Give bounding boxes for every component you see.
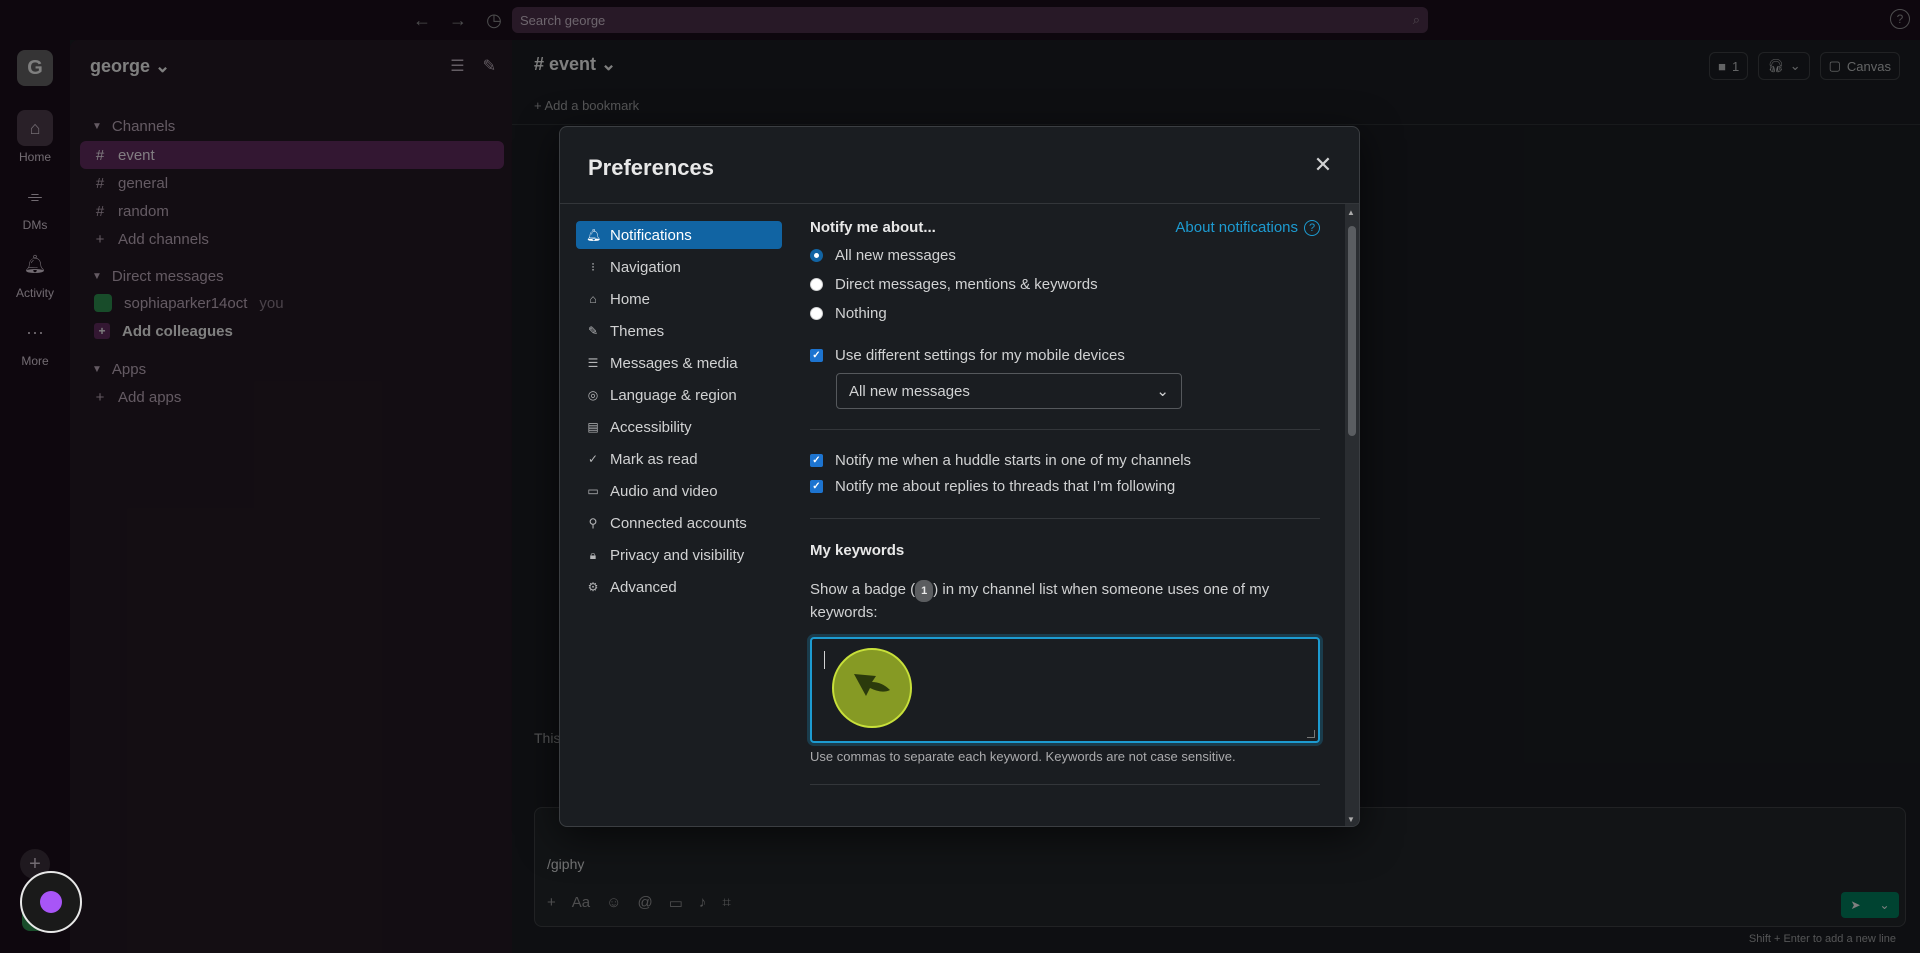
menu-item-notifications[interactable]: 🔔︎ Notifications (576, 221, 782, 249)
home-icon: ⌂ (589, 292, 597, 306)
cursor-highlight (832, 648, 912, 728)
menu-label: Themes (610, 322, 665, 340)
menu-item-messages-media[interactable]: ☰ Messages & media (576, 349, 782, 377)
about-label: About notifications (1175, 219, 1298, 236)
mobile-notify-select[interactable]: All new messages ⌄ (836, 373, 1182, 409)
radio-all-messages[interactable]: All new messages (810, 247, 1320, 264)
menu-label: Home (610, 290, 651, 308)
menu-label: Accessibility (610, 418, 692, 436)
section-divider (810, 784, 1320, 785)
select-value: All new messages (849, 382, 970, 400)
huddle-checkbox[interactable]: ✓ Notify me when a huddle starts in one … (810, 452, 1320, 469)
brush-icon: ✎ (587, 324, 599, 338)
radio-button[interactable] (810, 278, 823, 291)
menu-label: Audio and video (610, 482, 718, 500)
mobile-settings-checkbox[interactable]: ✓ Use different settings for my mobile d… (810, 347, 1320, 364)
radio-dms-mentions[interactable]: Direct messages, mentions & keywords (810, 276, 1320, 293)
menu-item-privacy[interactable]: 🔒︎ Privacy and visibility (576, 541, 782, 569)
globe-icon: ◎ (587, 388, 599, 402)
menu-label: Advanced (610, 578, 677, 596)
gear-icon: ⚙ (587, 580, 599, 594)
bell-icon: 🔔︎ (586, 228, 602, 242)
radio-label: Direct messages, mentions & keywords (835, 276, 1098, 293)
menu-item-accessibility[interactable]: ▤ Accessibility (576, 413, 782, 441)
radio-label: All new messages (835, 247, 956, 264)
menu-item-connected-accounts[interactable]: ⚲ Connected accounts (576, 509, 782, 537)
help-circle-icon: ? (1304, 219, 1320, 236)
chevron-down-icon: ⌄ (1156, 383, 1169, 400)
lock-icon: 🔒︎ (589, 547, 597, 562)
video-icon: ▭ (587, 484, 599, 498)
radio-label: Nothing (835, 305, 887, 322)
text-caret (824, 651, 825, 669)
menu-item-language-region[interactable]: ◎ Language & region (576, 381, 782, 409)
scroll-thumb[interactable] (1348, 226, 1356, 436)
desc-pre: Show a badge ( (810, 581, 916, 598)
record-dot-icon (40, 891, 62, 913)
message-icon: ☰ (587, 356, 599, 370)
accessibility-icon: ▤ (587, 420, 599, 434)
menu-label: Mark as read (610, 450, 698, 468)
section-divider (810, 518, 1320, 519)
preferences-modal: Preferences ✕ 🔔︎ Notifications ⁝ Navigat… (559, 126, 1360, 827)
checkbox-checked-icon[interactable]: ✓ (810, 454, 823, 467)
modal-title: Preferences (588, 155, 714, 180)
record-button[interactable] (20, 871, 82, 933)
menu-item-themes[interactable]: ✎ Themes (576, 317, 782, 345)
menu-item-navigation[interactable]: ⁝ Navigation (576, 253, 782, 281)
cursor-arrow-icon (854, 674, 890, 696)
badge-example: 1 (915, 580, 934, 602)
threads-checkbox[interactable]: ✓ Notify me about replies to threads tha… (810, 478, 1320, 495)
checkbox-label: Notify me about replies to threads that … (835, 478, 1176, 495)
checkbox-label: Notify me when a huddle starts in one of… (835, 452, 1192, 469)
menu-label: Privacy and visibility (610, 546, 745, 564)
checkbox-checked-icon[interactable]: ✓ (810, 480, 823, 493)
modal-divider (560, 203, 1359, 204)
radio-nothing[interactable]: Nothing (810, 305, 1320, 322)
checkbox-label: Use different settings for my mobile dev… (835, 347, 1125, 364)
menu-item-audio-video[interactable]: ▭ Audio and video (576, 477, 782, 505)
section-divider (810, 429, 1320, 430)
modal-scrollbar[interactable]: ▲ ▼ (1345, 204, 1359, 826)
navigation-icon: ⁝ (591, 260, 595, 274)
menu-label: Language & region (610, 386, 737, 404)
checkbox-checked-icon[interactable]: ✓ (810, 349, 823, 362)
check-circle-icon: ✓ (587, 452, 599, 466)
menu-label: Navigation (610, 258, 681, 276)
menu-item-home[interactable]: ⌂ Home (576, 285, 782, 313)
keywords-description: Show a badge (1) in my channel list when… (810, 579, 1320, 624)
close-icon[interactable]: ✕ (1311, 152, 1335, 177)
preferences-menu: 🔔︎ Notifications ⁝ Navigation ⌂ Home ✎ T… (576, 221, 782, 605)
about-notifications-link[interactable]: About notifications ? (1175, 219, 1320, 236)
menu-item-advanced[interactable]: ⚙ Advanced (576, 573, 782, 601)
keywords-help: Use commas to separate each keyword. Key… (810, 749, 1236, 764)
scroll-up-icon[interactable]: ▲ (1347, 208, 1355, 217)
menu-item-mark-as-read[interactable]: ✓ Mark as read (576, 445, 782, 473)
menu-label: Messages & media (610, 354, 738, 372)
menu-label: Connected accounts (610, 514, 747, 532)
menu-label: Notifications (610, 226, 692, 244)
radio-button[interactable] (810, 307, 823, 320)
scroll-down-icon[interactable]: ▼ (1347, 815, 1355, 824)
resize-grip-icon[interactable] (1307, 730, 1315, 738)
keywords-header: My keywords (810, 542, 905, 559)
plug-icon: ⚲ (588, 516, 598, 530)
radio-button[interactable] (810, 249, 823, 262)
